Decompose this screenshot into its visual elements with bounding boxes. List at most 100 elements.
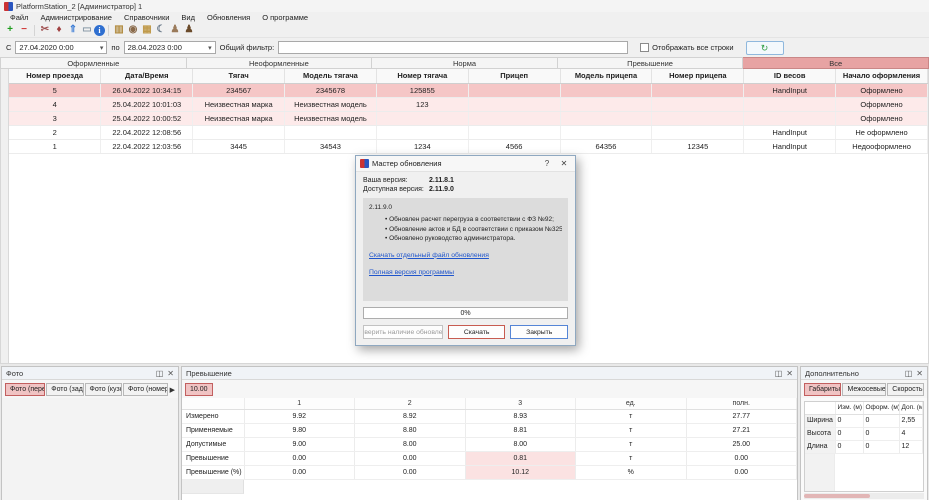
menu-view[interactable]: Вид <box>175 13 201 22</box>
tab-registered[interactable]: Оформленные <box>0 57 187 69</box>
tab-speed[interactable]: Скорость <box>887 383 924 396</box>
help-icon[interactable]: ? <box>540 158 554 170</box>
cell: 8.92 <box>355 409 466 423</box>
add-icon[interactable]: + <box>3 24 17 37</box>
row-label: Превышение (%) <box>182 465 244 479</box>
menu-updates[interactable]: Обновления <box>201 13 256 22</box>
cell: 0 <box>863 414 899 427</box>
cell-status: Не оформлено <box>836 125 928 139</box>
users-icon[interactable]: ♟ <box>182 24 196 37</box>
col-trailer[interactable]: Прицеп <box>468 69 560 83</box>
tab-all[interactable]: Все <box>743 57 929 69</box>
tab-interaxle[interactable]: Межосевые <box>842 383 886 396</box>
photo-tabs: Фото (перед.) Фото (задн.) Фото (кузов) … <box>2 380 178 398</box>
cell: 25.04.2022 10:00:52 <box>101 111 193 125</box>
dims-col-blank <box>805 402 835 414</box>
dialog-body: Ваша версия: 2.11.8.1 Доступная версия: … <box>356 172 575 345</box>
app-icon <box>4 2 13 11</box>
table-row[interactable]: 1 22.04.2022 12:03:56 3445 34543 1234 45… <box>9 139 928 153</box>
scissors-icon[interactable]: ✂ <box>38 24 52 37</box>
tab-photo-front[interactable]: Фото (перед.) <box>5 383 45 396</box>
dimensions-header-row: Изм. (м) Оформ. (м) Доп. (м) <box>805 402 923 414</box>
tab-exceed[interactable]: Превышение <box>558 57 744 69</box>
close-icon[interactable]: ✕ <box>557 158 571 170</box>
camera-icon[interactable]: ◉ <box>126 24 140 37</box>
check-updates-button[interactable]: Проверить наличие обновлений <box>363 325 443 339</box>
menu-directories[interactable]: Справочники <box>118 13 175 22</box>
table-header-row: Номер проезда Дата/Время Тягач Модель тя… <box>9 69 928 83</box>
float-panel-icon[interactable]: ◫ <box>905 369 913 378</box>
tab-scroll-right-icon[interactable]: ▶ <box>170 386 175 394</box>
arrow-up-icon[interactable]: ⇑ <box>66 24 80 37</box>
close-button[interactable]: Закрыть <box>510 325 568 339</box>
user-icon[interactable]: ♟ <box>168 24 182 37</box>
col-trailer-number[interactable]: Номер прицепа <box>652 69 744 83</box>
float-panel-icon[interactable]: ◫ <box>775 369 783 378</box>
row-header-gutter <box>1 69 9 363</box>
exceed-panel: Превышение ◫ ✕ 10.00 1 2 3 <box>181 366 798 500</box>
col-trailer-model[interactable]: Модель прицепа <box>560 69 652 83</box>
menu-bar: Файл Администрирование Справочники Вид О… <box>0 12 929 23</box>
table-row[interactable]: 4 25.04.2022 10:01:03 Неизвестная марка … <box>9 97 928 111</box>
tab-photo-plate[interactable]: Фото (номер пе <box>123 383 168 396</box>
window-icon[interactable]: ▭ <box>80 24 94 37</box>
col-scale-id[interactable]: ID весов <box>744 69 836 83</box>
refresh-button[interactable]: ↻ <box>746 41 784 55</box>
menu-file[interactable]: Файл <box>4 13 34 22</box>
full-version-link[interactable]: Полная версия программы <box>369 268 562 278</box>
scrollbar-thumb[interactable] <box>804 494 870 498</box>
cell: т <box>576 437 687 451</box>
col-registration[interactable]: Начало оформления <box>836 69 928 83</box>
menu-administration[interactable]: Администрирование <box>34 13 118 22</box>
bottom-dock-area: Фото ◫ ✕ Фото (перед.) Фото (задн.) Фото… <box>0 364 929 500</box>
cell: 27.21 <box>686 423 797 437</box>
remove-icon[interactable]: − <box>17 24 31 37</box>
cell <box>560 83 652 97</box>
close-panel-icon[interactable]: ✕ <box>916 369 923 378</box>
moon-icon[interactable]: ☾ <box>154 24 168 37</box>
tab-norm[interactable]: Норма <box>372 57 558 69</box>
changelog-version: 2.11.9.0 <box>369 203 562 212</box>
cell <box>376 111 468 125</box>
table-row[interactable]: 5 26.04.2022 10:34:15 234567 2345678 125… <box>9 83 928 97</box>
exceed-col-unit: ед. <box>576 398 687 409</box>
cell: 0.00 <box>686 451 797 465</box>
cargo-truck-icon[interactable]: ▦ <box>140 24 154 37</box>
dims-col-allowed: Доп. (м) <box>899 402 923 414</box>
truck-icon[interactable]: ▥ <box>112 24 126 37</box>
menu-about[interactable]: О программе <box>256 13 314 22</box>
close-panel-icon[interactable]: ✕ <box>786 369 793 378</box>
title-bar: PlatformStation_2 [Администратор] 1 <box>0 0 929 12</box>
cell: 234567 <box>193 83 285 97</box>
info-icon[interactable]: i <box>94 25 105 36</box>
show-all-rows-checkbox[interactable] <box>640 43 649 52</box>
general-filter-input[interactable] <box>278 41 628 54</box>
stamp-icon[interactable]: ♦ <box>52 24 66 37</box>
window-title: PlatformStation_2 [Администратор] 1 <box>16 2 142 11</box>
download-update-file-link[interactable]: Скачать отдельный файл обновления <box>369 251 562 261</box>
cell: 0 <box>863 440 899 453</box>
col-datetime[interactable]: Дата/Время <box>101 69 193 83</box>
table-row[interactable]: 3 25.04.2022 10:00:52 Неизвестная марка … <box>9 111 928 125</box>
table-row[interactable]: 2 22.04.2022 12:08:56 HandInput Не оформ… <box>9 125 928 139</box>
date-from-select[interactable]: 27.04.2020 0:00 ▾ <box>15 41 107 54</box>
float-panel-icon[interactable]: ◫ <box>156 369 164 378</box>
col-tractor-model[interactable]: Модель тягача <box>285 69 377 83</box>
tab-photo-body[interactable]: Фото (кузов) <box>85 383 123 396</box>
col-tractor-number[interactable]: Номер тягача <box>376 69 468 83</box>
col-passage-number[interactable]: Номер проезда <box>9 69 101 83</box>
col-tractor[interactable]: Тягач <box>193 69 285 83</box>
close-panel-icon[interactable]: ✕ <box>167 369 174 378</box>
download-button[interactable]: Скачать <box>448 325 506 339</box>
date-to-select[interactable]: 28.04.2023 0:00 ▾ <box>124 41 216 54</box>
tab-dimensions[interactable]: Габариты <box>804 383 841 396</box>
tab-photo-rear[interactable]: Фото (задн.) <box>46 383 83 396</box>
cell: 25.00 <box>686 437 797 451</box>
changelog-list: • Обновлен расчет перегруза в соответств… <box>369 215 562 243</box>
dialog-buttons: Проверить наличие обновлений Скачать Зак… <box>363 325 568 339</box>
tab-unregistered[interactable]: Неоформленные <box>187 57 373 69</box>
cell <box>560 111 652 125</box>
tab-speed-10[interactable]: 10.00 <box>185 383 213 396</box>
cell <box>285 125 377 139</box>
horizontal-scrollbar[interactable] <box>804 493 924 499</box>
